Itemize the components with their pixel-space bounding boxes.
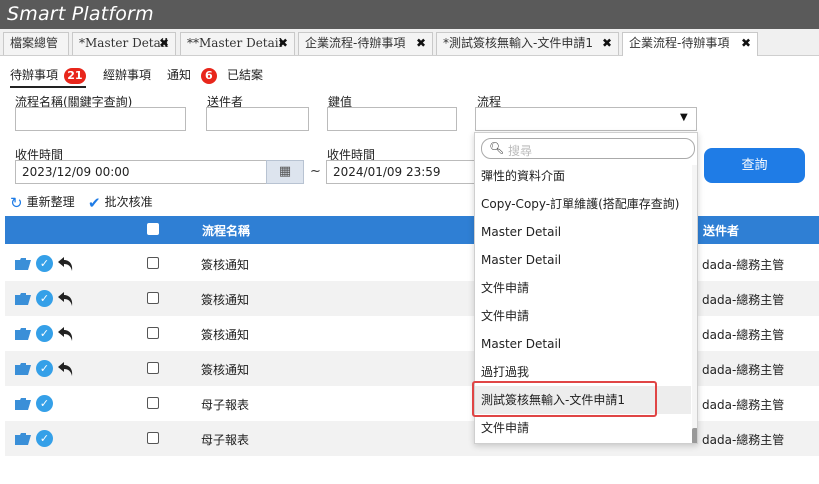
row-checkbox[interactable] [147, 327, 159, 339]
tab-label: 企業流程-待辦事項 [629, 36, 730, 50]
notice-count-badge: 6 [200, 67, 217, 84]
close-icon[interactable]: ✖ [159, 33, 169, 54]
dropdown-option[interactable]: Copy-Copy-訂單維護(搭配庫存查詢) [475, 190, 691, 218]
approve-icon[interactable]: ✓ [36, 430, 53, 447]
close-icon[interactable]: ✖ [602, 33, 612, 54]
folder-icon[interactable] [15, 397, 31, 410]
tab-label: 企業流程-待辦事項 [305, 36, 406, 50]
dropdown-option[interactable]: Master Detail [475, 330, 691, 358]
subtab-notice[interactable]: 通知 6 [167, 66, 217, 84]
flow-name-cell: 母子報表 [201, 433, 250, 447]
select-all-checkbox[interactable] [147, 223, 159, 235]
row-checkbox[interactable] [147, 292, 159, 304]
flow-name-cell: 簽核通知 [201, 328, 250, 342]
tab-workflow-todo-1[interactable]: 企業流程-待辦事項 ✖ [298, 32, 433, 55]
folder-icon[interactable] [15, 327, 31, 340]
tab-master-detail-1[interactable]: *Master Detail ✖ [72, 32, 176, 55]
approve-icon[interactable]: ✓ [36, 290, 53, 307]
highlight-box [472, 381, 657, 417]
approve-icon[interactable]: ✓ [36, 360, 53, 377]
approve-icon[interactable]: ✓ [36, 395, 53, 412]
sender-cell: dada-總務主管 [702, 363, 785, 377]
dropdown-option[interactable]: Master Detail [475, 246, 691, 274]
tab-master-detail-2[interactable]: **Master Detail ✖ [180, 32, 295, 55]
close-icon[interactable]: ✖ [416, 33, 426, 54]
tab-label: 檔案總管 [10, 36, 59, 50]
flow-name-cell: 母子報表 [201, 398, 250, 412]
flow-name-cell: 簽核通知 [201, 258, 250, 272]
approve-icon[interactable]: ✓ [36, 255, 53, 272]
folder-icon[interactable] [15, 432, 31, 445]
undo-icon[interactable] [57, 290, 75, 307]
subtab-todo-label: 待辦事項 [10, 68, 59, 82]
refresh-label: 重新整理 [26, 195, 75, 209]
close-icon[interactable]: ✖ [741, 33, 751, 54]
tab-label: *測試簽核無輸入-文件申請1 [443, 36, 593, 50]
recv-to-input[interactable]: 2024/01/09 23:59 [326, 160, 476, 184]
tab-label: *Master Detail [79, 36, 169, 50]
caret-down-icon[interactable]: ▼ [680, 112, 688, 123]
flow-name-header[interactable]: 流程名稱 [202, 222, 250, 239]
folder-icon[interactable] [15, 257, 31, 270]
row-checkbox[interactable] [147, 432, 159, 444]
tab-test-approval[interactable]: *測試簽核無輸入-文件申請1 ✖ [436, 32, 619, 55]
dropdown-option[interactable]: Master Detail [475, 218, 691, 246]
sender-cell: dada-總務主管 [702, 328, 785, 342]
dropdown-option[interactable]: 文件申請 [475, 274, 691, 302]
approve-icon[interactable]: ✓ [36, 325, 53, 342]
row-checkbox[interactable] [147, 257, 159, 269]
tab-workflow-todo-2[interactable]: 企業流程-待辦事項 ✖ [622, 32, 758, 56]
sender-cell: dada-總務主管 [702, 398, 785, 412]
tab-bar: 檔案總管 *Master Detail ✖ **Master Detail ✖ … [0, 29, 819, 56]
dropdown-scrollbar[interactable] [692, 165, 697, 443]
sender-header[interactable]: 送件者 [703, 222, 739, 239]
flow-select[interactable] [475, 107, 697, 131]
sender-input[interactable] [206, 107, 309, 131]
scrollbar-thumb[interactable] [692, 428, 697, 443]
subtab-closed[interactable]: 已結案 [227, 66, 263, 83]
close-icon[interactable]: ✖ [278, 33, 288, 54]
dropdown-search-input[interactable]: 🔍︎ 搜尋 [481, 138, 695, 159]
subtab-todo[interactable]: 待辦事項 21 [10, 66, 86, 88]
dropdown-option[interactable]: 彈性的資料介面 [475, 162, 691, 190]
undo-icon[interactable] [57, 360, 75, 377]
recv-from-input[interactable]: 2023/12/09 00:00 [15, 160, 267, 184]
tab-file-explorer[interactable]: 檔案總管 [3, 32, 69, 55]
undo-icon[interactable] [57, 255, 75, 272]
sender-cell: dada-總務主管 [702, 433, 785, 447]
sender-cell: dada-總務主管 [702, 258, 785, 272]
flow-name-cell: 簽核通知 [201, 293, 250, 307]
row-checkbox[interactable] [147, 362, 159, 374]
subtab-handled-label: 經辦事項 [103, 68, 152, 82]
refresh-icon: ↻ [10, 193, 23, 212]
app-title: Smart Platform [7, 3, 154, 25]
flow-name-input[interactable] [15, 107, 186, 131]
sender-cell: dada-總務主管 [702, 293, 785, 307]
subtab-closed-label: 已結案 [227, 68, 264, 82]
folder-icon[interactable] [15, 362, 31, 375]
subtab-handled[interactable]: 經辦事項 [103, 66, 151, 83]
batch-approve-label: 批次核准 [104, 195, 153, 209]
flow-name-cell: 簽核通知 [201, 363, 250, 377]
undo-icon[interactable] [57, 325, 75, 342]
subtab-notice-label: 通知 [167, 68, 192, 82]
search-icon: 🔍︎ [489, 141, 505, 155]
dropdown-option[interactable]: 文件申請 [475, 414, 691, 442]
query-button[interactable]: 查詢 [704, 148, 805, 183]
row-checkbox[interactable] [147, 397, 159, 409]
todo-count-badge: 21 [63, 67, 86, 84]
calendar-icon[interactable]: ▦ [266, 160, 304, 184]
tab-label: **Master Detail [187, 36, 283, 50]
batch-approve-button[interactable]: ✔ 批次核准 [88, 193, 153, 212]
double-check-icon: ✔ [88, 193, 101, 212]
folder-icon[interactable] [15, 292, 31, 305]
refresh-button[interactable]: ↻ 重新整理 [10, 193, 75, 212]
dropdown-option[interactable]: 文件申請 [475, 302, 691, 330]
key-input[interactable] [327, 107, 457, 131]
dropdown-search-placeholder: 搜尋 [508, 144, 533, 158]
title-bar: Smart Platform [0, 0, 819, 29]
range-separator: ~ [310, 164, 321, 179]
